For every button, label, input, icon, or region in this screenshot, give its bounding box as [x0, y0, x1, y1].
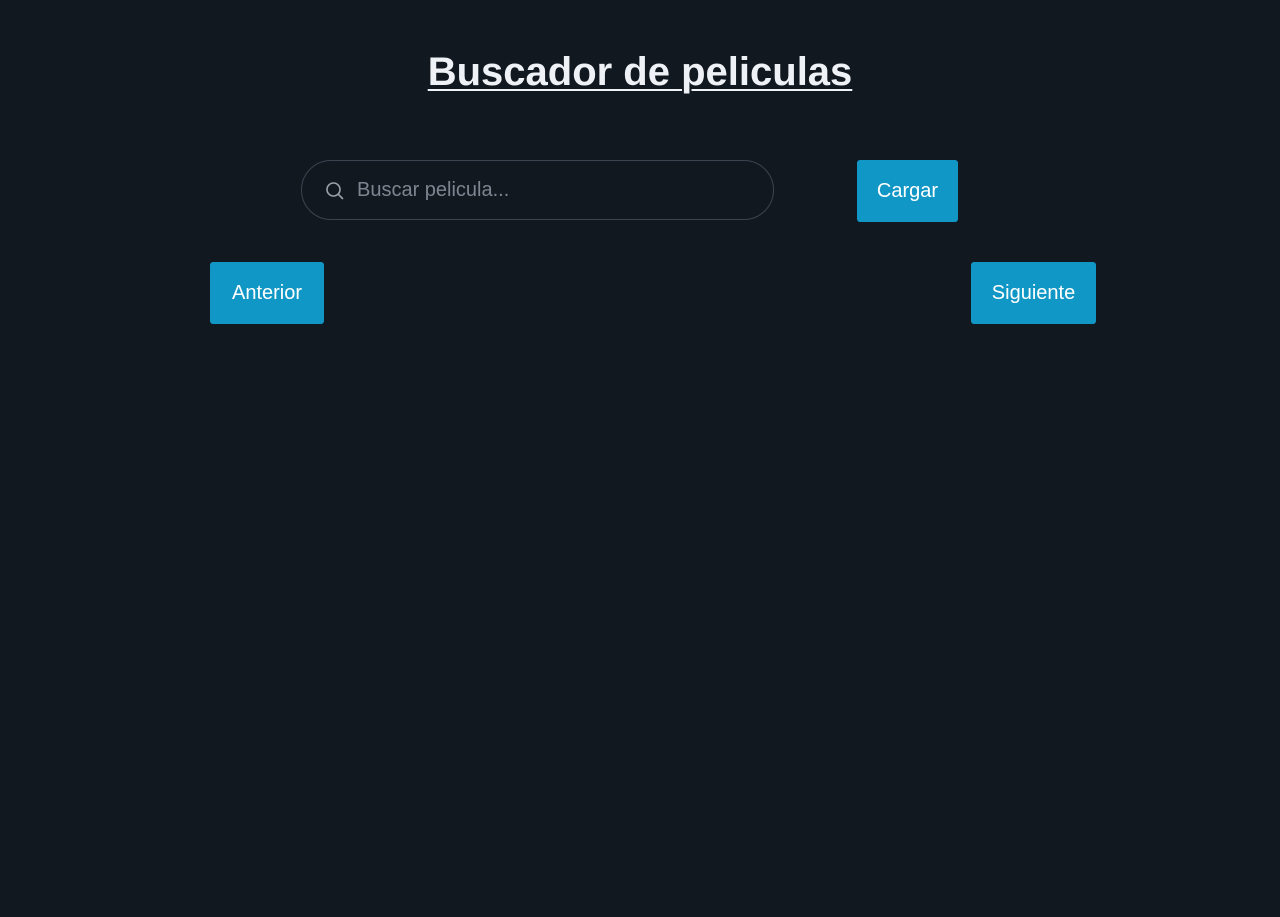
search-box[interactable] — [301, 160, 774, 220]
search-input[interactable] — [357, 161, 757, 219]
next-page-button[interactable]: Siguiente — [971, 262, 1096, 324]
page: Buscador de peliculas Cargar Anterior Si… — [0, 0, 1280, 917]
page-title: Buscador de peliculas — [427, 50, 853, 94]
search-icon — [325, 181, 345, 201]
previous-page-button[interactable]: Anterior — [210, 262, 324, 324]
load-button[interactable]: Cargar — [857, 160, 958, 222]
